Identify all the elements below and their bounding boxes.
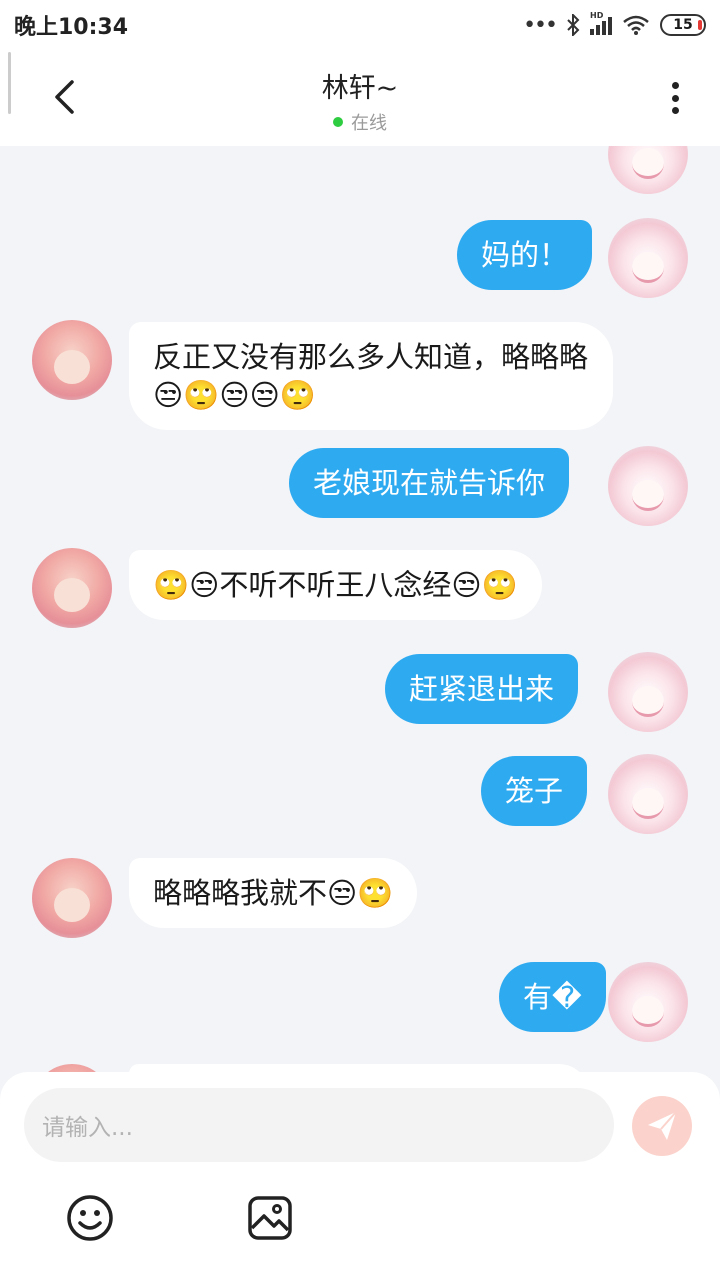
avatar[interactable] (608, 218, 688, 298)
message-input[interactable]: 请输入... (24, 1088, 614, 1162)
more-menu-button[interactable] (660, 76, 690, 120)
avatar[interactable] (608, 446, 688, 526)
back-button[interactable] (44, 72, 84, 122)
network-label: HD (590, 11, 604, 20)
send-icon (648, 1111, 677, 1140)
chevron-left-icon (55, 80, 74, 114)
online-status: 在线 (160, 109, 560, 135)
input-placeholder: 请输入... (42, 1115, 133, 1141)
avatar[interactable] (32, 548, 112, 628)
emoji-button[interactable] (66, 1194, 114, 1242)
bluetooth-icon (567, 14, 580, 36)
status-time: 晚上10:34 (14, 15, 129, 40)
header-center: 林轩~ 在线 (160, 66, 560, 135)
message-bubble[interactable]: 反正又没有那么多人知道，略略略😒🙄😒😒🙄 (129, 322, 613, 430)
avatar[interactable] (608, 652, 688, 732)
send-button[interactable] (632, 1096, 692, 1156)
signal-icon: HD (590, 11, 612, 35)
message-bubble[interactable]: 赶紧退出来 (385, 654, 579, 724)
status-dots: ••• (523, 12, 558, 38)
message-bubble[interactable]: 笼子 (481, 756, 588, 826)
avatar[interactable] (608, 962, 688, 1042)
battery-level: 15 (673, 17, 693, 33)
avatar[interactable] (608, 146, 688, 194)
online-dot (333, 117, 343, 127)
smiley-icon (67, 1195, 113, 1241)
chat-header: 林轩~ 在线 (0, 50, 720, 146)
status-icons: ••• HD 15 (523, 11, 706, 38)
more-vertical-icon (671, 82, 679, 89)
chat-title: 林轩~ (321, 73, 399, 104)
avatar[interactable] (32, 858, 112, 938)
message-bubble[interactable]: 有� (499, 962, 606, 1032)
message-bubble[interactable]: 略略略我就不😒🙄 (129, 858, 418, 928)
message-bubble[interactable]: 🙄😒不听不听王八念经😒🙄 (129, 550, 542, 620)
message-list[interactable]: 👿👿 妈的！ 反正又没有那么多人知道，略略略😒🙄😒😒🙄 老娘现在就告诉你 🙄😒不… (0, 146, 720, 1080)
wifi-icon (623, 15, 649, 35)
message-bubble[interactable]: 妈的！ (457, 220, 593, 290)
status-bar: 晚上10:34 ••• HD 15 (0, 0, 720, 50)
online-text: 在线 (351, 113, 387, 134)
avatar[interactable] (608, 754, 688, 834)
battery-icon: 15 (660, 14, 706, 36)
image-icon (248, 1196, 292, 1240)
avatar[interactable] (32, 320, 112, 400)
edge-indicator (8, 52, 11, 114)
image-button[interactable] (246, 1194, 294, 1242)
input-panel: 请输入... (0, 1072, 720, 1280)
message-bubble[interactable]: 老娘现在就告诉你 (289, 448, 570, 518)
